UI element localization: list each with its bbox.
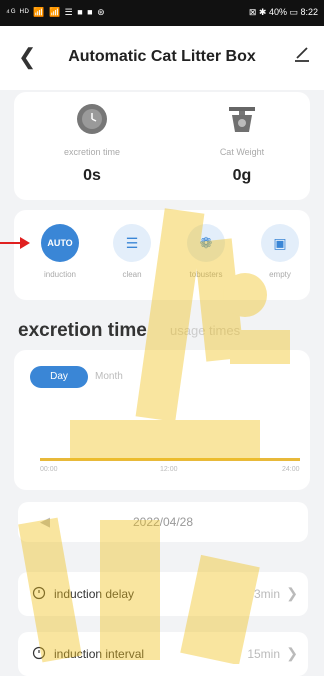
clock-icon — [77, 104, 107, 134]
setting-induction-interval[interactable]: induction interval 15min ❯ — [18, 632, 308, 676]
stat-label: Cat Weight — [219, 147, 265, 157]
leaf-icon: ❁ — [187, 224, 225, 262]
app-header: ❮ Automatic Cat Litter Box — [0, 26, 324, 90]
x-tick: 00:00 — [40, 466, 58, 473]
x-tick: 12:00 — [160, 466, 178, 473]
stat-label: excretion time — [63, 147, 121, 157]
status-bar: ⁴ᴳ ᴴᴰ 📶 📶 ☰ ■ ■ ⊛ ⊠ ✱ 40% ▭ 8:22 — [0, 0, 324, 26]
x-tick: 24:00 — [282, 466, 300, 473]
tab-day[interactable]: Day — [30, 366, 88, 388]
date-label: 2022/04/28 — [132, 515, 194, 529]
auto-icon: AUTO — [41, 224, 79, 262]
setting-induction-delay[interactable]: induction delay 3min ❯ — [18, 572, 308, 616]
status-right: ⊠ ✱ 40% ▭ 8:22 — [248, 7, 318, 17]
chevron-right-icon: ❯ — [286, 585, 298, 601]
bin-icon: ▣ — [261, 224, 299, 262]
scale-icon — [229, 107, 255, 132]
tab-usage-times[interactable]: usage times — [170, 323, 240, 338]
section-title: excretion time — [18, 320, 147, 341]
mode-label: induction — [43, 270, 77, 279]
date-selector: ◀ 2022/04/28 — [18, 502, 308, 542]
chart-baseline — [40, 458, 300, 461]
setting-value: 3min — [253, 587, 280, 601]
setting-label: induction interval — [54, 647, 145, 661]
stat-cat-weight: Cat Weight 0g — [172, 102, 312, 185]
sweep-icon: ☰ — [113, 224, 151, 262]
mode-induction[interactable]: AUTO induction — [30, 224, 90, 279]
mode-clean[interactable]: ☰ clean — [102, 224, 162, 279]
page-title: Automatic Cat Litter Box — [68, 48, 256, 65]
mode-label: clean — [122, 270, 142, 279]
stat-value: 0g — [232, 167, 252, 184]
chevron-right-icon: ❯ — [286, 645, 298, 661]
mode-label: tobusters — [189, 270, 223, 279]
mode-tobusters[interactable]: ❁ tobusters — [176, 224, 236, 279]
mode-empty[interactable]: ▣ empty — [250, 224, 310, 279]
tab-month[interactable]: Month — [95, 371, 123, 382]
stat-excretion-time: excretion time 0s — [22, 102, 162, 185]
mode-label: empty — [269, 270, 291, 279]
stat-value: 0s — [83, 167, 101, 184]
status-left: ⁴ᴳ ᴴᴰ 📶 📶 ☰ ■ ■ ⊛ — [6, 7, 106, 17]
timer-icon — [32, 646, 46, 660]
timer-icon — [32, 586, 46, 600]
setting-label: induction delay — [54, 587, 135, 601]
setting-value: 15min — [247, 647, 280, 661]
red-arrow-icon — [0, 237, 30, 249]
edit-icon[interactable] — [292, 44, 312, 64]
